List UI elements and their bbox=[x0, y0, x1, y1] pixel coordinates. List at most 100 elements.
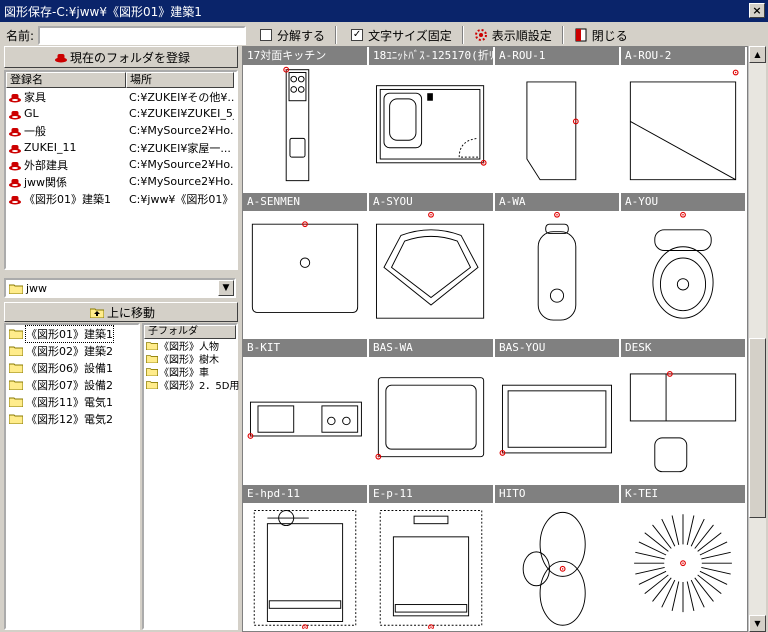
list-item[interactable]: jww関係 C:¥MySource2¥Ho... bbox=[6, 173, 236, 190]
folder-icon bbox=[9, 397, 23, 407]
folder-icon bbox=[146, 355, 158, 363]
tree-item[interactable]: 《図形06》設備1 bbox=[6, 359, 138, 376]
tree-item[interactable]: 《図形02》建築2 bbox=[6, 342, 138, 359]
subfolder-item[interactable]: 《図形》2．5D用 bbox=[144, 378, 240, 392]
symbol-thumbnail-grid[interactable]: 17対面キッチン 18ﾕﾆｯﾄﾊﾞｽ-125170(折ﾘ A-ROU-1 A-ROU-… bbox=[242, 46, 748, 632]
column-header-name[interactable]: 登録名 bbox=[6, 72, 126, 88]
door-icon bbox=[575, 28, 587, 42]
tree-item-label: 《図形07》設備2 bbox=[26, 378, 113, 392]
list-item[interactable]: 《図形01》建築1 C:¥jww¥《図形01》... bbox=[6, 190, 236, 207]
registered-folders-list[interactable]: 登録名 場所 家具 C:¥ZUKEI¥その他¥... GL C:¥ZUKEI¥ZUKE… bbox=[4, 70, 238, 270]
list-item[interactable]: 外部建具 C:¥MySource2¥Ho... bbox=[6, 156, 236, 173]
symbol-thumbnail[interactable]: DESK bbox=[621, 339, 745, 483]
decompose-checkbox[interactable]: 分解する bbox=[260, 27, 325, 44]
tree-item-label: 《図形11》電気1 bbox=[26, 395, 113, 409]
ktei-drawing bbox=[634, 514, 732, 613]
symbol-thumbnail[interactable]: A-ROU-2 bbox=[621, 47, 745, 191]
subfolder-label: 《図形》2．5D用 bbox=[159, 381, 240, 392]
kitchen-drawing bbox=[283, 66, 310, 182]
registered-path: C:¥ZUKEI¥ZUKEI_5_ bbox=[129, 107, 234, 120]
hat-icon bbox=[54, 54, 67, 63]
hat-icon bbox=[9, 127, 21, 136]
folder-icon bbox=[9, 329, 23, 339]
list-item[interactable]: 一般 C:¥MySource2¥Ho... bbox=[6, 122, 236, 139]
settings-icon bbox=[474, 29, 487, 41]
display-order-button[interactable]: 表示順設定 bbox=[474, 27, 552, 44]
list-item[interactable]: GL C:¥ZUKEI¥ZUKEI_5_ bbox=[6, 105, 236, 122]
symbol-thumbnail[interactable]: A-YOU bbox=[621, 193, 745, 337]
symbol-thumbnail[interactable]: E-p-11 bbox=[369, 485, 493, 629]
symbol-thumbnail[interactable]: BAS-WA bbox=[369, 339, 493, 483]
symbol-save-dialog: 図形保存-C:¥jww¥《図形01》建築1 × 名前: 分解する ✓ 文字サイズ… bbox=[0, 0, 768, 632]
hat-icon bbox=[9, 144, 21, 153]
subfolder-list[interactable]: 子フォルダ 《図形》人物 《図形》樹木 《図形》車 《図形》2．5D用 bbox=[142, 323, 240, 630]
name-label: 名前: bbox=[6, 28, 35, 43]
registered-name: GL bbox=[24, 107, 39, 120]
symbol-thumbnail[interactable]: B-KIT bbox=[243, 339, 367, 483]
scroll-thumb[interactable] bbox=[749, 338, 766, 518]
symbol-thumbnail[interactable]: 17対面キッチン bbox=[243, 47, 367, 191]
chevron-down-icon[interactable]: ▼ bbox=[218, 280, 234, 296]
scroll-up-button[interactable]: ▲ bbox=[749, 46, 766, 63]
registered-path: C:¥ZUKEI¥その他¥... bbox=[129, 90, 234, 104]
drive-combobox[interactable]: jww ▼ bbox=[4, 278, 236, 298]
list-item[interactable]: 家具 C:¥ZUKEI¥その他¥... bbox=[6, 88, 236, 105]
symbol-thumbnail[interactable]: 18ﾕﾆｯﾄﾊﾞｽ-125170(折ﾘ bbox=[369, 47, 493, 191]
name-input[interactable] bbox=[38, 25, 247, 45]
close-button[interactable]: 閉じる bbox=[574, 27, 628, 44]
symbol-thumbnail[interactable]: BAS-YOU bbox=[495, 339, 619, 483]
vertical-scrollbar[interactable]: ▲ ▼ bbox=[748, 46, 766, 632]
symbol-name: 17対面キッチン bbox=[243, 47, 367, 65]
register-folder-button[interactable]: 現在のフォルダを登録 bbox=[4, 46, 238, 68]
registered-name: 家具 bbox=[24, 90, 46, 104]
symbol-name: B-KIT bbox=[243, 339, 367, 357]
tree-item[interactable]: 《図形01》建築1 bbox=[6, 324, 138, 343]
symbol-thumbnail[interactable]: K-TEI bbox=[621, 485, 745, 629]
folder-icon bbox=[9, 346, 23, 356]
registered-path: C:¥ZUKEI¥家屋一... bbox=[129, 141, 231, 155]
symbol-name: BAS-WA bbox=[369, 339, 493, 357]
decompose-label: 分解する bbox=[277, 28, 326, 43]
symbol-name: A-WA bbox=[495, 193, 619, 211]
decompose-checkbox-box[interactable] bbox=[260, 29, 273, 41]
desk-drawing bbox=[629, 371, 737, 473]
register-folder-label: 現在のフォルダを登録 bbox=[69, 50, 190, 65]
list-item[interactable]: ZUKEI_11 C:¥ZUKEI¥家屋一... bbox=[6, 139, 236, 156]
tree-item[interactable]: 《図形07》設備2 bbox=[6, 376, 138, 393]
symbol-thumbnail[interactable]: A-SYOU bbox=[369, 193, 493, 337]
symbol-thumbnail[interactable]: A-SENMEN bbox=[243, 193, 367, 337]
fix-text-size-checkbox-box[interactable]: ✓ bbox=[351, 29, 364, 41]
column-header-location[interactable]: 場所 bbox=[126, 72, 234, 88]
folder-up-icon bbox=[89, 308, 104, 318]
move-up-button[interactable]: 上に移動 bbox=[4, 302, 238, 322]
folder-icon bbox=[146, 381, 158, 389]
subfolder-header: 子フォルダ bbox=[144, 325, 236, 339]
symbol-name: A-ROU-1 bbox=[495, 47, 619, 65]
registered-name: ZUKEI_11 bbox=[24, 141, 77, 154]
close-window-button[interactable]: × bbox=[749, 3, 765, 18]
symbol-thumbnail[interactable]: A-ROU-1 bbox=[495, 47, 619, 191]
tree-item-label: 《図形12》電気2 bbox=[26, 412, 113, 426]
symbol-name: A-SYOU bbox=[369, 193, 493, 211]
toolbar-separator bbox=[461, 26, 464, 44]
symbol-thumbnail[interactable]: HITO bbox=[495, 485, 619, 629]
left-panel: 現在のフォルダを登録 登録名 場所 家具 C:¥ZUKEI¥その他¥... GL C:… bbox=[0, 46, 242, 632]
tree-item[interactable]: 《図形12》電気2 bbox=[6, 410, 138, 427]
hito-drawing bbox=[522, 511, 586, 626]
hat-icon bbox=[9, 110, 21, 119]
folder-icon bbox=[146, 368, 158, 376]
symbol-name: BAS-YOU bbox=[495, 339, 619, 357]
registered-name: jww関係 bbox=[24, 175, 68, 189]
symbol-thumbnail[interactable]: E-hpd-11 bbox=[243, 485, 367, 629]
registered-name: 外部建具 bbox=[24, 158, 68, 172]
fix-text-size-checkbox[interactable]: ✓ 文字サイズ固定 bbox=[351, 27, 452, 44]
unitbath-drawing bbox=[375, 85, 487, 166]
drive-value: jww bbox=[26, 281, 48, 295]
bkit-drawing bbox=[247, 401, 362, 439]
scroll-down-button[interactable]: ▼ bbox=[749, 615, 766, 632]
tree-item[interactable]: 《図形11》電気1 bbox=[6, 393, 138, 410]
folder-tree[interactable]: 《図形01》建築1 《図形02》建築2 《図形06》設備1 《図形07》設備2 《図形1… bbox=[4, 323, 140, 630]
list-header: 登録名 場所 bbox=[6, 72, 236, 88]
wa-drawing bbox=[537, 211, 577, 321]
symbol-thumbnail[interactable]: A-WA bbox=[495, 193, 619, 337]
